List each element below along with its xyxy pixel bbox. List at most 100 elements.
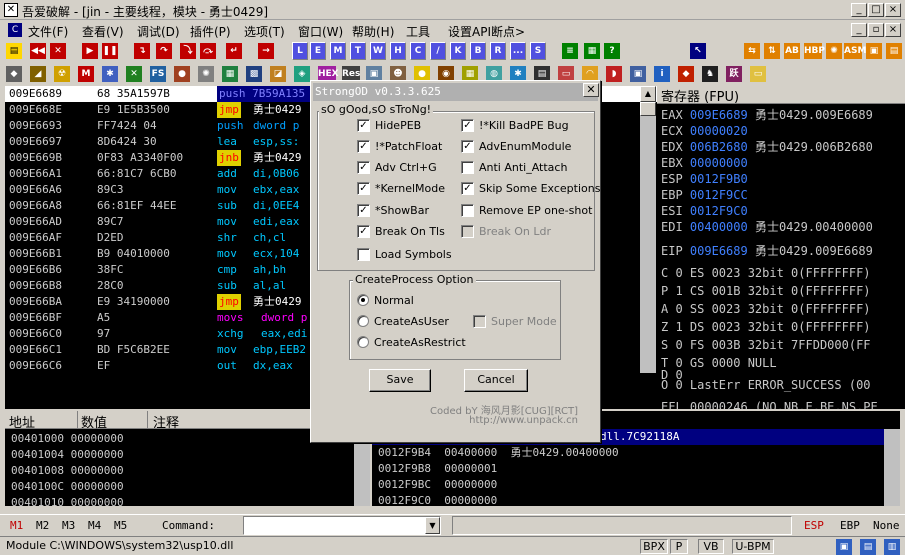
dump-row[interactable]: 00401008 00000000 <box>11 463 124 479</box>
menu-file[interactable]: 文件(F) <box>28 23 68 40</box>
checkbox-adv-ctrl-g[interactable]: ✓ Adv Ctrl+G <box>357 161 437 175</box>
status-bpx[interactable]: BPX <box>640 539 668 554</box>
plugin-folder-icon[interactable]: ▭ <box>750 66 766 82</box>
cpu-button[interactable]: C <box>410 42 426 60</box>
dump-col-comment[interactable]: 注释 <box>153 412 179 431</box>
registers-pane[interactable]: 寄存器 (FPU) EAX 009E6689 勇士0429.009E6689 E… <box>657 86 905 409</box>
plugin-18-icon[interactable]: ◗ <box>606 66 622 82</box>
dump-row[interactable]: 00401000 00000000 <box>11 431 124 447</box>
plugin-b-icon[interactable]: ⇅ <box>764 43 780 59</box>
radio-createasuser[interactable]: CreateAsUser <box>357 315 449 329</box>
cursor-icon[interactable]: ↖ <box>690 43 706 59</box>
plugin-19-icon[interactable]: ▣ <box>630 66 646 82</box>
menu-tools[interactable]: 工具 <box>406 23 430 40</box>
status-plugin-3-icon[interactable]: ▥ <box>884 539 900 555</box>
close-button[interactable]: × <box>885 3 901 17</box>
checkbox-anti-anti-attach[interactable]: Anti Anti_Attach <box>461 161 567 175</box>
plugin-ab-icon[interactable]: AB <box>784 43 800 59</box>
open-icon[interactable]: ▤ <box>6 43 22 59</box>
flag-row[interactable]: C 0 ES 0023 32bit 0(FFFFFFFF) <box>661 264 871 282</box>
flag-row[interactable]: P 1 CS 001B 32bit 0(FFFFFFFF) <box>661 282 871 300</box>
flag-row[interactable]: S 0 FS 003B 32bit 7FFDD000(FF <box>661 336 871 354</box>
checkbox-load-symbols[interactable]: Load Symbols <box>357 248 452 262</box>
checkbox-skip-some-exceptions[interactable]: ✓ Skip Some Exceptions <box>461 182 600 196</box>
child-window-icon[interactable]: C <box>8 23 22 37</box>
dump-row[interactable]: 00401004 00000000 <box>11 447 124 463</box>
tools-icon[interactable]: ▣ <box>866 43 882 59</box>
child-close-button[interactable]: × <box>885 23 901 37</box>
child-minimize-button[interactable]: _ <box>851 23 867 37</box>
plugin-1-icon[interactable]: ◆ <box>6 66 22 82</box>
plugin-22-icon[interactable]: 跃 <box>726 66 742 82</box>
mark-m5[interactable]: M5 <box>114 519 127 532</box>
menu-window[interactable]: 窗口(W) <box>298 23 343 40</box>
flag-row[interactable]: Z 1 DS 0023 32bit 0(FFFFFFFF) <box>661 318 871 336</box>
child-restore-button[interactable]: ▫ <box>868 23 884 37</box>
bug-plugin-icon[interactable]: ✱ <box>102 66 118 82</box>
restart-icon[interactable]: ◀◀ <box>30 43 46 59</box>
asm-icon[interactable]: ASM <box>844 43 866 59</box>
checkbox-advenummodule[interactable]: ✓ AdvEnumModule <box>461 140 571 154</box>
register-row[interactable]: EIP 009E6689 勇士0429.009E6689 <box>661 242 873 260</box>
plugin-2-icon[interactable]: ◢ <box>30 66 46 82</box>
menu-debug[interactable]: 调试(D) <box>137 23 180 40</box>
fs-icon[interactable]: FS <box>150 66 166 82</box>
step-over-icon[interactable]: ↷ <box>156 43 172 59</box>
call-stack-button[interactable]: K <box>450 42 466 60</box>
flag-row[interactable]: O 0 LastErr ERROR_SUCCESS (00 <box>661 376 871 394</box>
mark-m1[interactable]: M1 <box>10 519 23 532</box>
status-p[interactable]: P <box>670 539 688 554</box>
menu-options[interactable]: 选项(T) <box>244 23 285 40</box>
menu-view[interactable]: 查看(V) <box>82 23 124 40</box>
menu-help[interactable]: 帮助(H) <box>352 23 394 40</box>
checkbox-kill-badpe-bug[interactable]: ✓ !*Kill BadPE Bug <box>461 119 569 133</box>
plugin-m-icon[interactable]: M <box>78 66 94 82</box>
stack-row[interactable]: 0012F9BC 00000000 <box>378 477 497 493</box>
efl-row[interactable]: EFL 00000246 (NO,NB,E,BE,NS,PE <box>661 398 878 409</box>
esp-label[interactable]: ESP <box>804 519 824 532</box>
dump-col-value[interactable]: 数值 <box>81 412 107 431</box>
plugin-20-icon[interactable]: ◆ <box>678 66 694 82</box>
execute-till-return-icon[interactable]: ↵ <box>226 43 242 59</box>
chevron-down-icon[interactable]: ▼ <box>425 517 440 534</box>
dump-col-address[interactable]: 地址 <box>9 412 35 431</box>
plugin-x-icon[interactable]: ✕ <box>126 66 142 82</box>
plugin-5-icon[interactable]: ▩ <box>246 66 262 82</box>
bug-icon[interactable]: ✕ <box>4 3 18 17</box>
cancel-button[interactable]: Cancel <box>464 369 528 392</box>
status-ubpm[interactable]: U-BPM <box>732 539 774 554</box>
run-icon[interactable]: ▶ <box>82 43 98 59</box>
plugin-3-icon[interactable]: ● <box>174 66 190 82</box>
plugin-a-icon[interactable]: ⇆ <box>744 43 760 59</box>
dump-row[interactable]: 0040100C 00000000 <box>11 479 124 495</box>
gear-icon[interactable]: ✺ <box>826 43 842 59</box>
scroll-up-icon[interactable]: ▲ <box>640 86 656 102</box>
flag-row[interactable]: A 0 SS 0023 32bit 0(FFFFFFFF) <box>661 300 871 318</box>
dump-row[interactable]: 00401010 00000000 <box>11 495 124 506</box>
plugin-4-icon[interactable]: ▦ <box>222 66 238 82</box>
none-label[interactable]: None <box>873 519 900 532</box>
register-row[interactable]: EDI 00400000 勇士0429.00400000 <box>661 218 873 236</box>
checkbox-patchfloat[interactable]: ✓ !*PatchFloat <box>357 140 442 154</box>
stack-row[interactable]: 0012F9B8 00000001 <box>378 461 497 477</box>
checkbox-kernelmode[interactable]: ✓ *KernelMode <box>357 182 445 196</box>
memory-button[interactable]: M <box>330 42 346 60</box>
gear-plugin-icon[interactable]: ✺ <box>198 66 214 82</box>
status-plugin-1-icon[interactable]: ▣ <box>836 539 852 555</box>
list-icon[interactable]: ≡ <box>562 43 578 59</box>
handles-button[interactable]: H <box>390 42 406 60</box>
dialog-close-button[interactable]: ✕ <box>583 83 599 97</box>
grid-icon[interactable]: ▦ <box>584 43 600 59</box>
help-icon[interactable]: ? <box>604 43 620 59</box>
mark-m4[interactable]: M4 <box>88 519 101 532</box>
go-to-icon[interactable]: → <box>258 43 274 59</box>
stack-scrollbar[interactable] <box>884 429 900 506</box>
credit-url[interactable]: http://www.unpack.cn <box>469 415 578 426</box>
checkbox-showbar[interactable]: ✓ *ShowBar <box>357 204 429 218</box>
radiation-icon[interactable]: ☢ <box>54 66 70 82</box>
menu-plugins[interactable]: 插件(P) <box>190 23 231 40</box>
info-icon[interactable]: i <box>654 66 670 82</box>
step-into-icon[interactable]: ↴ <box>134 43 150 59</box>
hbp-icon[interactable]: HBP <box>804 43 825 59</box>
save-button[interactable]: Save <box>369 369 431 392</box>
